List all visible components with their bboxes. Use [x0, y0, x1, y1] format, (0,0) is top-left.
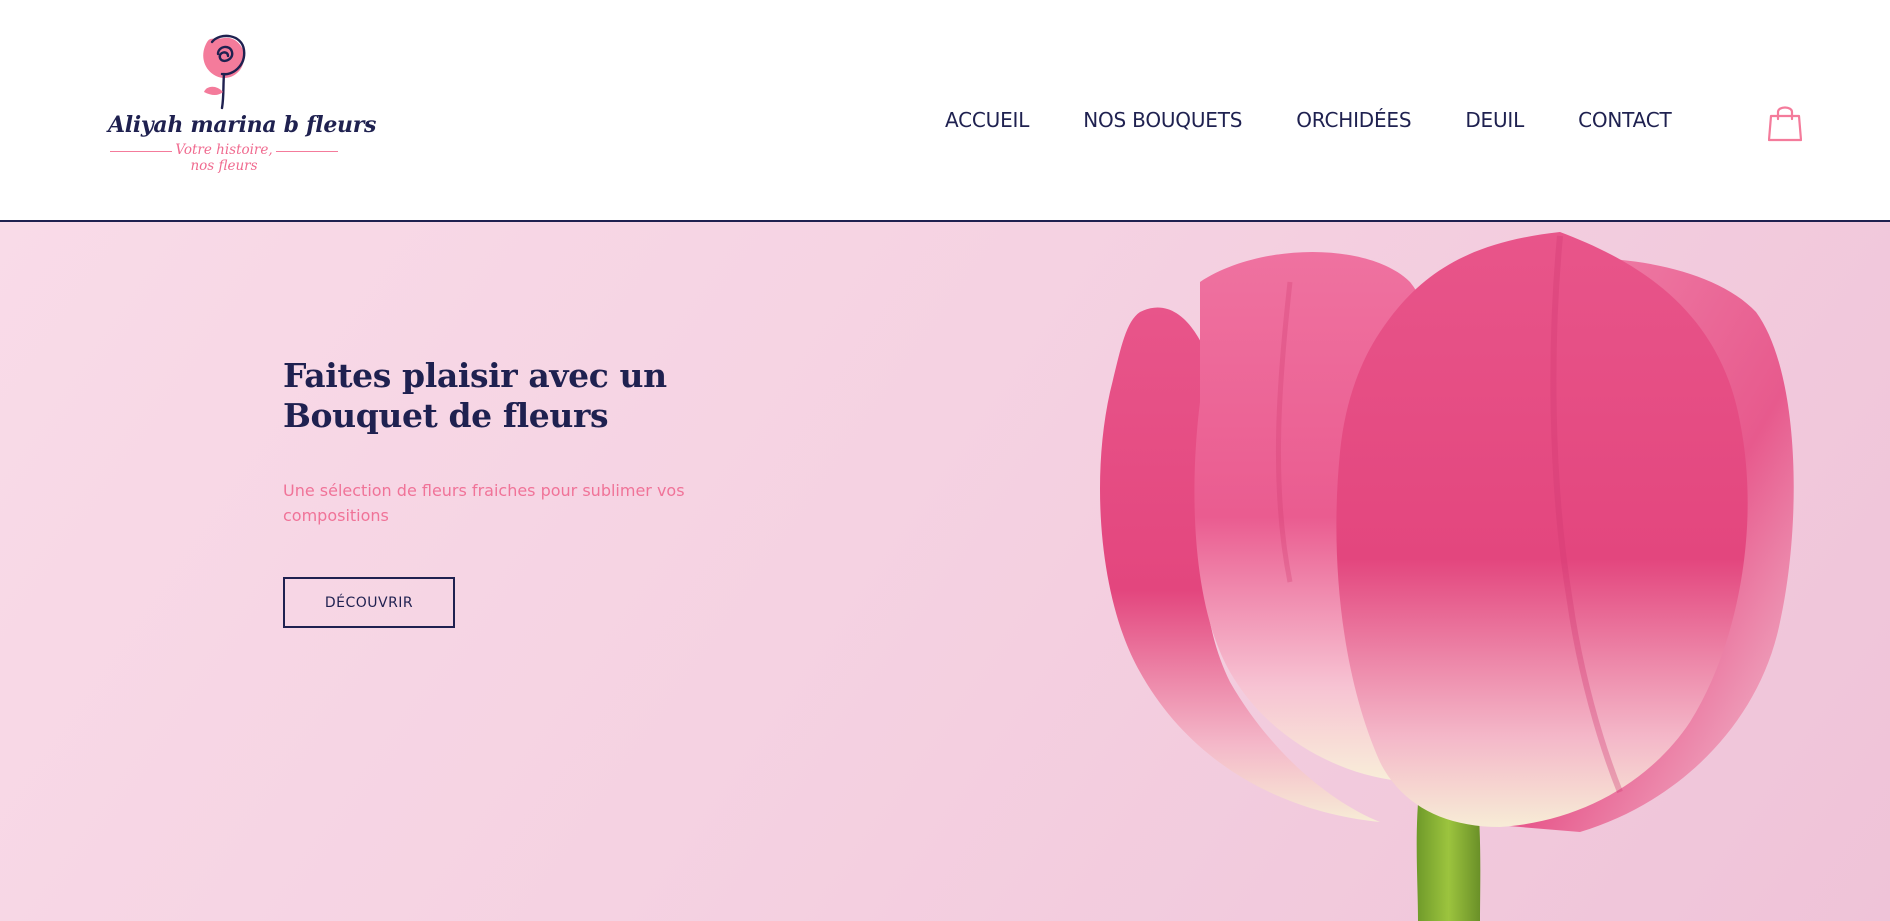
- rose-logo-icon: [203, 34, 246, 110]
- logo-name: Aliyah marina b fleurs: [108, 112, 377, 138]
- logo-tagline: Votre histoire, nos fleurs: [108, 142, 340, 174]
- nav-deuil[interactable]: DEUIL: [1465, 108, 1524, 132]
- tagline-divider-left: [110, 151, 172, 152]
- nav-accueil[interactable]: ACCUEIL: [945, 108, 1029, 132]
- tagline-line-1: Votre histoire,: [175, 142, 273, 158]
- tulip-image: [1100, 232, 1794, 921]
- tagline-line-2: nos fleurs: [190, 158, 258, 174]
- hero-section: Faites plaisir avec un Bouquet de fleurs…: [0, 222, 1890, 921]
- nav-nos-bouquets[interactable]: NOS BOUQUETS: [1083, 108, 1242, 132]
- shopping-bag-icon[interactable]: [1768, 104, 1802, 142]
- hero-subtitle: Une sélection de fleurs fraiches pour su…: [283, 481, 685, 525]
- discover-button[interactable]: DÉCOUVRIR: [283, 577, 455, 628]
- nav-contact[interactable]: CONTACT: [1578, 108, 1672, 132]
- main-nav: ACCUEIL NOS BOUQUETS ORCHIDÉES DEUIL CON…: [945, 108, 1672, 132]
- site-logo[interactable]: Aliyah marina b fleurs Votre histoire, n…: [108, 30, 377, 180]
- tagline-divider-right: [276, 151, 338, 152]
- hero-title: Faites plaisir avec un Bouquet de fleurs: [283, 356, 667, 435]
- site-header: Aliyah marina b fleurs Votre histoire, n…: [0, 0, 1890, 222]
- nav-orchidees[interactable]: ORCHIDÉES: [1296, 108, 1411, 132]
